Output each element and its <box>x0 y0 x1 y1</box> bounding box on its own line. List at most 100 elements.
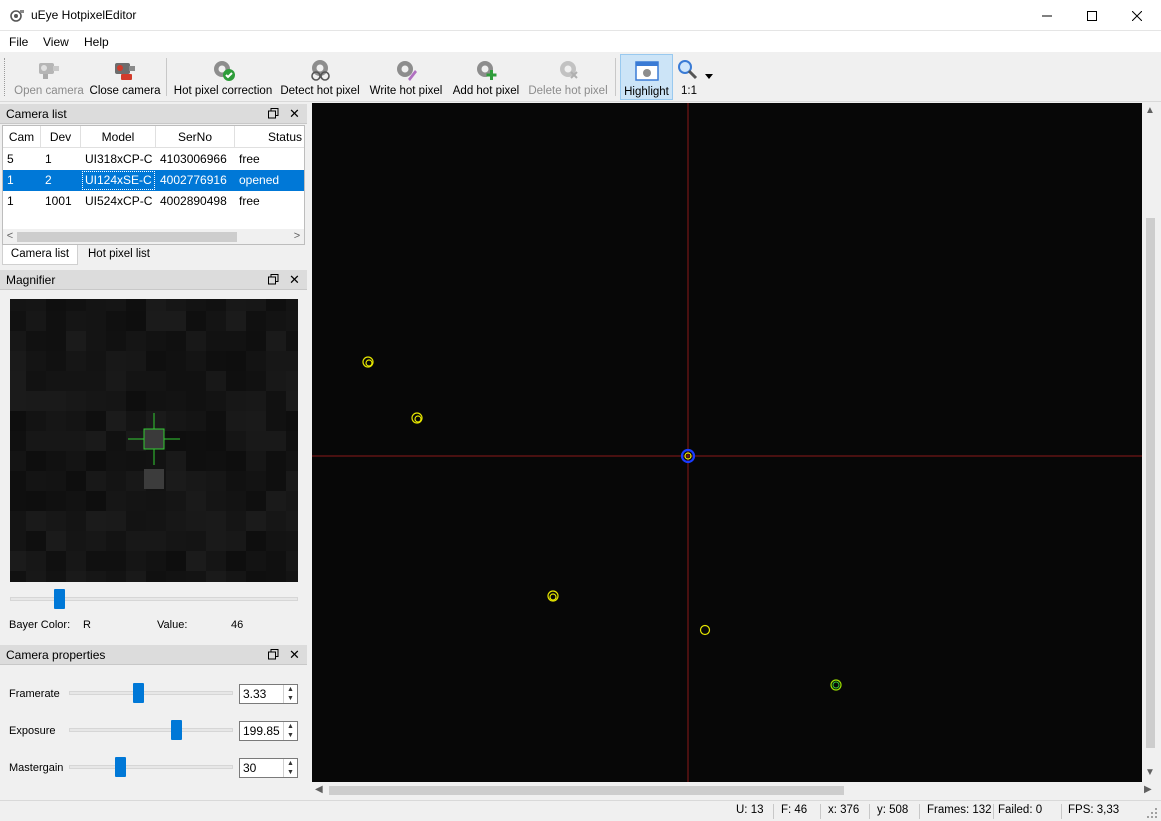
write-hot-pixel-button[interactable]: Write hot pixel <box>366 54 446 100</box>
menu-help[interactable]: Help <box>84 35 109 49</box>
camera-close-icon <box>115 63 135 80</box>
minimize-button[interactable] <box>1024 0 1070 31</box>
scroll-right-icon[interactable]: ▶ <box>1144 784 1152 795</box>
column-header-cam[interactable]: Cam <box>3 126 41 148</box>
column-header-status[interactable]: Status <box>235 126 304 148</box>
highlight-button[interactable]: Highlight <box>620 54 673 100</box>
magnified-pixel <box>10 491 26 511</box>
table-row[interactable]: 1 1001 UI524xCP-C 4002890498 free <box>3 191 304 212</box>
magnified-pixel <box>46 351 66 371</box>
magnified-pixel <box>66 311 86 331</box>
menu-view[interactable]: View <box>43 35 69 49</box>
magnified-pixel <box>266 331 286 351</box>
scroll-left-icon[interactable]: < <box>3 229 17 244</box>
column-header-dev[interactable]: Dev <box>41 126 81 148</box>
column-header-model[interactable]: Model <box>81 126 156 148</box>
magnified-pixel <box>166 299 186 311</box>
hot-pixel-correction-button[interactable]: Hot pixel correction <box>172 54 274 100</box>
magnified-pixel <box>226 299 246 311</box>
spin-up-icon[interactable]: ▲ <box>284 759 297 768</box>
gear-add-icon <box>477 61 497 80</box>
mastergain-slider[interactable] <box>69 765 233 769</box>
viewport-vertical-scrollbar[interactable]: ▲ ▼ <box>1142 103 1159 782</box>
scrollbar-thumb[interactable] <box>329 786 844 795</box>
magnified-pixel <box>186 531 206 551</box>
scroll-left-icon[interactable]: ◀ <box>315 784 323 795</box>
magnified-pixel <box>106 299 126 311</box>
magnified-pixel <box>66 431 86 451</box>
mastergain-spinbox[interactable]: 30 ▲ ▼ <box>239 758 298 778</box>
magnified-pixel <box>226 571 246 582</box>
exposure-spinbox[interactable]: 199.85 ▲ ▼ <box>239 721 298 741</box>
maximize-button[interactable] <box>1069 0 1115 31</box>
detect-hot-pixel-button[interactable]: Detect hot pixel <box>278 54 362 100</box>
close-icon[interactable]: ✕ <box>289 106 300 122</box>
magnified-pixel <box>246 551 266 571</box>
magnified-pixel <box>86 531 106 551</box>
toolbar-grip[interactable] <box>4 58 7 96</box>
framerate-spinbox[interactable]: 3.33 ▲ ▼ <box>239 684 298 704</box>
magnified-pixel <box>246 531 266 551</box>
float-icon[interactable] <box>268 649 279 660</box>
magnified-pixel <box>46 299 66 311</box>
magnified-pixel <box>106 371 126 391</box>
table-row[interactable]: 5 1 UI318xCP-C 4103006966 free <box>3 149 304 170</box>
tab-hot-pixel-list[interactable]: Hot pixel list <box>80 245 158 265</box>
add-hot-pixel-button[interactable]: Add hot pixel <box>451 54 521 100</box>
magnified-pixel <box>10 311 26 331</box>
spin-up-icon[interactable]: ▲ <box>284 685 297 694</box>
scrollbar-thumb[interactable] <box>1146 218 1155 748</box>
exposure-slider[interactable] <box>69 728 233 732</box>
status-fps: FPS: 3,33 <box>1068 804 1120 816</box>
resize-grip-icon[interactable] <box>1146 807 1158 819</box>
magnified-pixel <box>186 491 206 511</box>
spin-down-icon[interactable]: ▼ <box>284 731 297 740</box>
camera-image <box>312 103 1142 782</box>
close-icon[interactable]: ✕ <box>289 272 300 288</box>
tab-camera-list[interactable]: Camera list <box>2 245 78 265</box>
magnified-pixel <box>86 471 106 491</box>
magnified-pixel <box>146 311 166 331</box>
magnified-pixel <box>126 511 146 531</box>
float-icon[interactable] <box>268 108 279 119</box>
mastergain-label: Mastergain <box>9 762 64 774</box>
spin-down-icon[interactable]: ▼ <box>284 768 297 777</box>
table-row-selected[interactable]: 1 2 UI124xSE-C 4002776916 opened <box>3 170 304 191</box>
close-window-button[interactable] <box>1114 0 1160 31</box>
magnified-pixel <box>266 511 286 531</box>
magnified-pixel <box>246 391 266 411</box>
close-icon[interactable]: ✕ <box>289 647 300 663</box>
scroll-right-icon[interactable]: > <box>290 229 304 244</box>
column-header-serno[interactable]: SerNo <box>156 126 235 148</box>
scroll-up-icon[interactable]: ▲ <box>1145 105 1155 116</box>
magnified-pixel <box>146 491 166 511</box>
spin-down-icon[interactable]: ▼ <box>284 694 297 703</box>
camera-properties-titlebar: Camera properties ✕ <box>0 645 307 665</box>
image-viewport[interactable] <box>312 103 1142 782</box>
exposure-label: Exposure <box>9 725 56 737</box>
delete-hot-pixel-button[interactable]: Delete hot pixel <box>525 54 611 100</box>
zoom-button[interactable]: 1:1 <box>676 54 714 100</box>
table-horizontal-scrollbar[interactable]: < > <box>3 229 304 244</box>
open-camera-button[interactable]: Open camera <box>12 54 86 100</box>
framerate-slider[interactable] <box>69 691 233 695</box>
magnified-pixel <box>286 551 298 571</box>
float-icon[interactable] <box>268 274 279 285</box>
magnified-pixel <box>266 299 286 311</box>
spin-up-icon[interactable]: ▲ <box>284 722 297 731</box>
magnifier-view[interactable] <box>10 299 298 582</box>
scrollbar-thumb[interactable] <box>17 232 237 242</box>
menu-file[interactable]: File <box>9 35 28 49</box>
viewport-horizontal-scrollbar[interactable]: ◀ ▶ <box>312 782 1159 799</box>
magnifier-slider-thumb[interactable] <box>53 589 65 609</box>
close-camera-button[interactable]: Close camera <box>89 54 161 100</box>
scroll-down-icon[interactable]: ▼ <box>1145 767 1155 778</box>
magnified-pixel <box>106 431 126 451</box>
exposure-slider-thumb[interactable] <box>170 720 182 740</box>
status-f: F: 46 <box>781 804 808 816</box>
hot-pixel-marker[interactable] <box>699 624 711 636</box>
mastergain-slider-thumb[interactable] <box>114 757 126 777</box>
framerate-slider-thumb[interactable] <box>132 683 144 703</box>
magnified-pixel <box>226 351 246 371</box>
magnified-pixel <box>146 571 166 582</box>
